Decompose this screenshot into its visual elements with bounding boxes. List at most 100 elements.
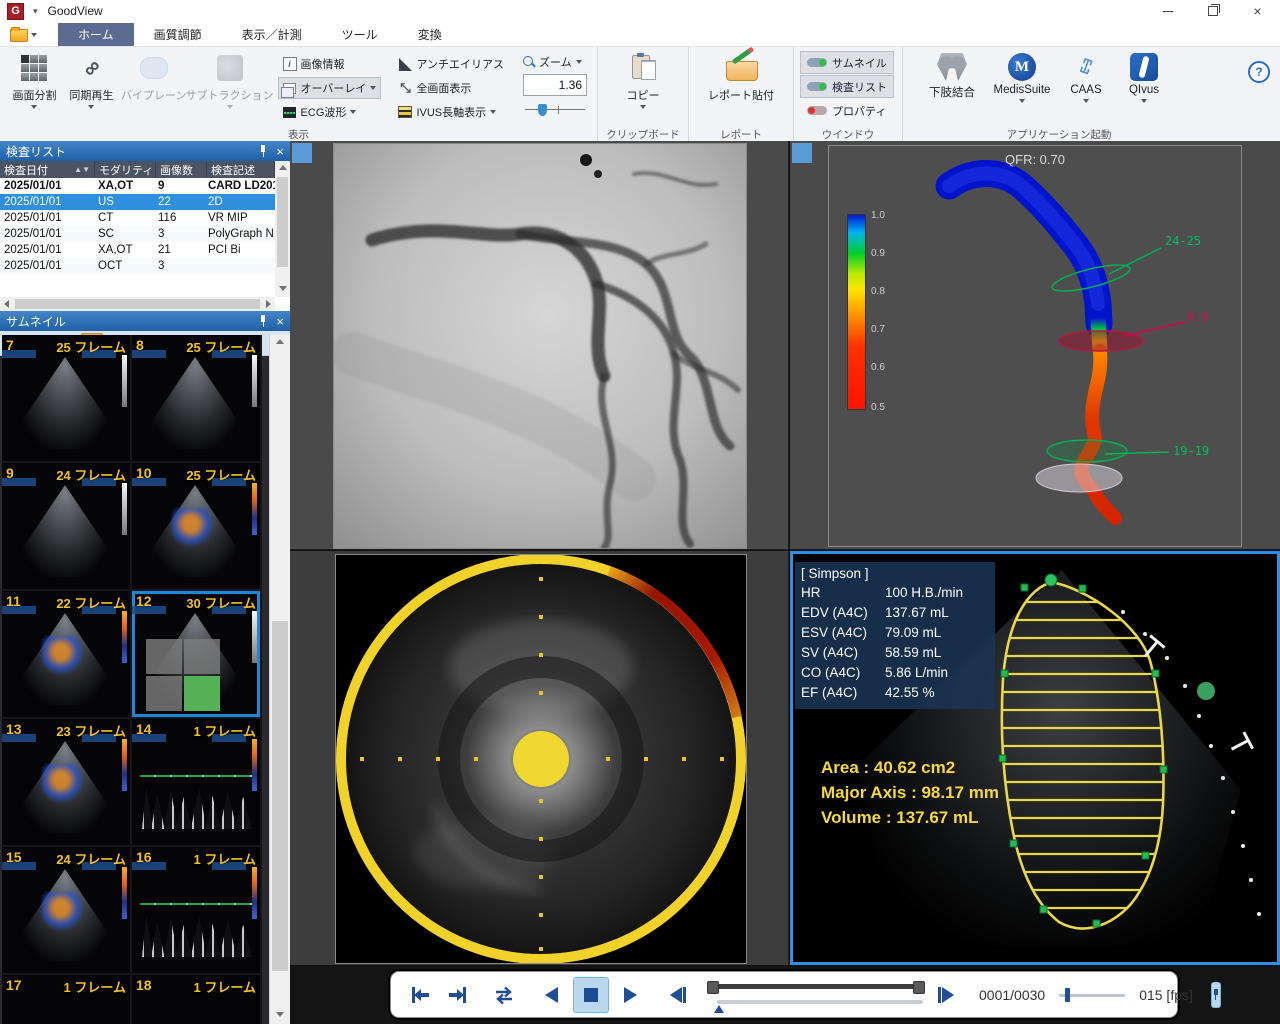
thumbnail-item[interactable]: 825 フレーム xyxy=(132,335,260,461)
col-description[interactable]: 検査記述 xyxy=(207,161,275,178)
thumbnail-item[interactable]: 141 フレーム xyxy=(132,719,260,845)
play-reverse-button[interactable] xyxy=(535,978,569,1012)
screen-split-button[interactable]: 画面分割 xyxy=(6,49,63,124)
fps-slider-handle[interactable] xyxy=(1065,988,1070,1002)
zoom-value-input[interactable]: 1.36 xyxy=(523,74,587,96)
image-info-toggle[interactable]: i画像情報 xyxy=(278,53,382,75)
thumbnail-item[interactable]: 725 フレーム xyxy=(2,335,130,461)
loop-button[interactable] xyxy=(487,978,521,1012)
tab-image-quality[interactable]: 画質調節 xyxy=(134,23,222,46)
stop-button[interactable] xyxy=(573,977,609,1013)
table-row[interactable]: 2025/01/01CT116VR MIP xyxy=(0,210,275,226)
restore-button[interactable] xyxy=(1190,0,1235,22)
report-paste-button[interactable]: レポート貼付 xyxy=(699,49,783,124)
col-modality[interactable]: モダリティ xyxy=(95,161,156,178)
medissuite-button[interactable]: M MedisSuite xyxy=(987,49,1057,125)
thumbnail-item[interactable]: 1122 フレーム xyxy=(2,591,130,717)
qfr-annotation: 24-25 xyxy=(1165,234,1201,248)
zoom-slider-handle[interactable] xyxy=(538,104,547,116)
panel-indicator[interactable] xyxy=(292,143,312,163)
quick-access-caret-icon[interactable]: ▾ xyxy=(33,6,38,17)
ivus-longaxis-toggle[interactable]: IVUS長軸表示 xyxy=(393,101,509,123)
tab-display-measure[interactable]: 表示／計測 xyxy=(222,23,322,46)
panel-indicator[interactable] xyxy=(792,143,812,163)
table-row[interactable]: 2025/01/01SC3PolyGraph NI xyxy=(0,226,275,242)
exam-horizontal-scrollbar[interactable] xyxy=(0,297,275,311)
sync-play-button[interactable]: ∞ 同期再生 xyxy=(63,49,120,124)
thumbnail-scrollbar[interactable] xyxy=(269,335,290,1024)
antialias-toggle[interactable]: アンチエイリアス xyxy=(393,53,509,75)
qivus-button[interactable]: QIvus xyxy=(1115,49,1173,125)
frame-range-slider[interactable] xyxy=(707,977,925,1013)
ivus-viewport[interactable] xyxy=(290,551,789,965)
pin-icon[interactable] xyxy=(258,315,268,327)
table-row[interactable]: 2025/01/01OCT3 xyxy=(0,258,275,274)
overlay-icon xyxy=(283,83,296,94)
chevron-down-icon xyxy=(31,105,37,109)
range-start-handle[interactable] xyxy=(707,981,719,994)
ecg-wave-toggle[interactable]: ECG波形 xyxy=(278,101,382,123)
close-button[interactable]: × xyxy=(1235,0,1280,22)
pin-icon[interactable] xyxy=(258,145,268,157)
table-row-selected[interactable]: 2025/01/01US222D xyxy=(0,194,275,210)
zoom-slider[interactable] xyxy=(523,102,587,118)
minimize-button[interactable] xyxy=(1145,0,1190,22)
thumbnail-window-toggle[interactable]: サムネイル xyxy=(800,51,894,74)
scroll-right-icon[interactable] xyxy=(266,300,271,308)
skip-start-button[interactable] xyxy=(403,978,437,1012)
scroll-left-icon[interactable] xyxy=(4,300,9,308)
chevron-down-icon xyxy=(88,105,94,109)
biplane-icon xyxy=(140,57,168,79)
thumbnail-item[interactable]: 171 フレーム xyxy=(2,975,130,1024)
skip-end-button[interactable] xyxy=(441,978,475,1012)
scroll-up-icon[interactable] xyxy=(276,339,284,344)
thumbnail-item[interactable]: 161 フレーム xyxy=(132,847,260,973)
angio-viewport[interactable] xyxy=(290,141,789,550)
col-exam-date[interactable]: 検査日付▲▼ xyxy=(0,161,95,178)
close-icon[interactable]: × xyxy=(276,315,284,328)
thumbnail-item[interactable]: 1524 フレーム xyxy=(2,847,130,973)
qfr-viewport[interactable]: QFR: 0.70 1.0 0.9 0.8 0.7 0.6 0.5 xyxy=(790,141,1280,550)
caas-button[interactable]: ⑄ CAAS xyxy=(1057,49,1115,125)
progress-track[interactable] xyxy=(717,1000,923,1004)
table-row[interactable]: 2025/01/01XA,OT21PCI Bi xyxy=(0,242,275,258)
zoom-menu-button[interactable]: ズーム xyxy=(523,53,587,71)
step-forward-button[interactable] xyxy=(929,978,963,1012)
qfr-annotation: 19-19 xyxy=(1173,444,1209,458)
title-bar: G ▾ GoodView × xyxy=(0,0,1280,23)
step-back-button[interactable] xyxy=(661,978,695,1012)
tab-home[interactable]: ホーム xyxy=(58,23,134,46)
thumbnail-item[interactable]: 181 フレーム xyxy=(132,975,260,1024)
thumbnail-item-selected[interactable]: 1230 フレーム xyxy=(132,591,260,717)
play-forward-button[interactable] xyxy=(613,978,647,1012)
overlay-toggle[interactable]: オーバーレイ xyxy=(278,77,382,99)
property-window-toggle[interactable]: プロパティ xyxy=(800,99,893,122)
exam-vertical-scrollbar[interactable] xyxy=(275,161,290,297)
tab-convert[interactable]: 変換 xyxy=(398,23,462,46)
scroll-down-icon[interactable] xyxy=(276,1012,284,1017)
close-icon[interactable]: × xyxy=(276,145,284,158)
file-menu-button[interactable] xyxy=(6,25,40,45)
range-track[interactable] xyxy=(711,984,921,989)
copy-button[interactable]: コピー xyxy=(611,49,675,124)
table-row[interactable]: 2025/01/01XA,OT9CARD LD2018 xyxy=(0,178,275,194)
pin-toolbar-button[interactable] xyxy=(1211,982,1221,1008)
thumbnail-item[interactable]: 1025 フレーム xyxy=(132,463,260,589)
scroll-up-icon[interactable] xyxy=(279,165,287,170)
tab-tools[interactable]: ツール xyxy=(322,23,398,46)
position-marker[interactable] xyxy=(714,1005,724,1013)
scroll-down-icon[interactable] xyxy=(279,286,287,291)
fps-slider[interactable] xyxy=(1059,987,1125,1003)
fullscreen-toggle[interactable]: ⤡全画面表示 xyxy=(393,77,509,99)
col-image-count[interactable]: 画像数 xyxy=(156,161,207,178)
help-button[interactable]: ? xyxy=(1248,61,1270,83)
range-end-handle[interactable] xyxy=(913,981,925,994)
chevron-down-icon xyxy=(1083,99,1089,103)
thumbnail-item[interactable]: 924 フレーム xyxy=(2,463,130,589)
exam-table-header: 検査日付▲▼ モダリティ 画像数 検査記述 xyxy=(0,161,275,178)
goodview-window: G ▾ GoodView × ホーム 画質調節 表示／計測 ツール 変換 xyxy=(0,0,1280,1024)
examlist-window-toggle[interactable]: 検査リスト xyxy=(800,75,894,98)
thumbnail-item[interactable]: 1323 フレーム xyxy=(2,719,130,845)
echo-viewport[interactable]: [ Simpson ] HR100 H.B./min EDV (A4C)137.… xyxy=(790,551,1280,965)
lower-limb-combine-button[interactable]: 下肢結合 xyxy=(917,49,987,125)
